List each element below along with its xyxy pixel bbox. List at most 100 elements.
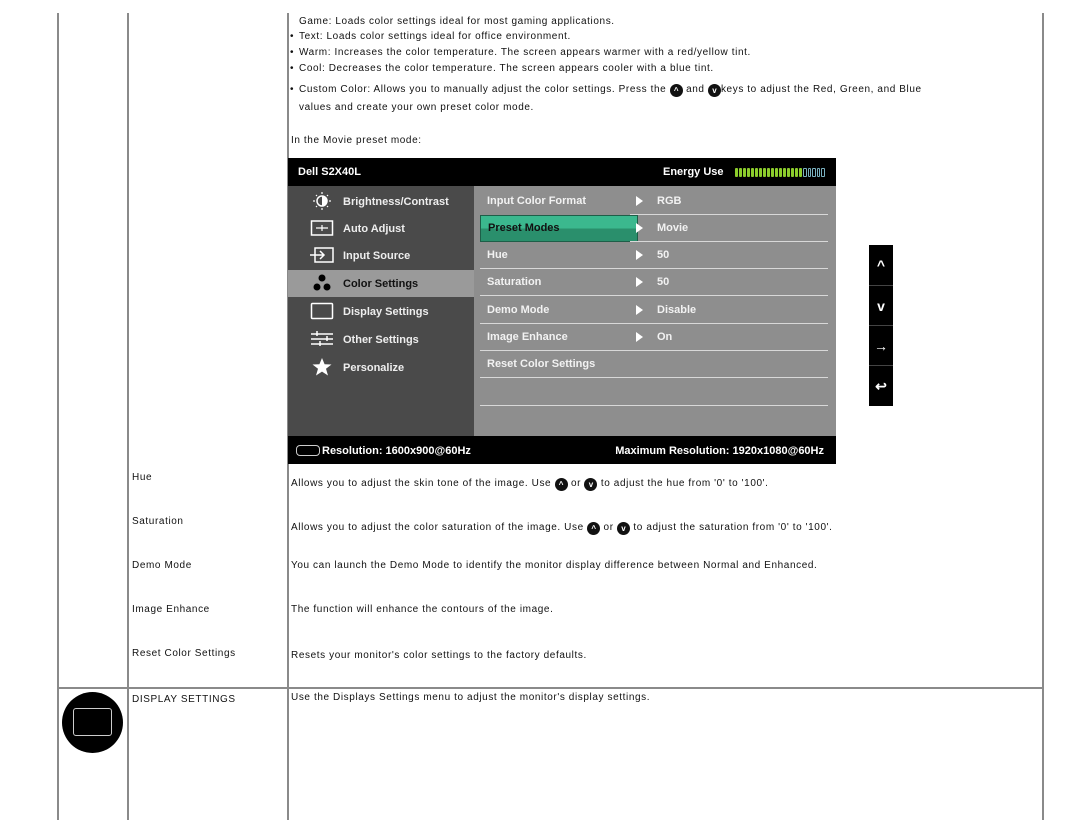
or-text: or <box>571 478 582 489</box>
up-arrow-icon: ^ <box>876 257 886 273</box>
submenu-row-demo-mode: Demo Mode Disable <box>480 297 828 324</box>
table-row-divider <box>57 687 1044 689</box>
term-custom: Custom Color <box>299 84 368 95</box>
row-name-image-enhance: Image Enhance <box>132 604 210 615</box>
row-desc-reset-color-settings: Resets your monitor's color settings to … <box>291 650 587 661</box>
desc-warm: : Increases the color temperature. The s… <box>327 47 751 58</box>
energy-segment-lit <box>775 168 778 177</box>
current-resolution: Resolution: 1600x900@60Hz <box>322 445 471 457</box>
triangle-right-icon <box>636 332 643 342</box>
menu-item-input-source: Input Source <box>288 242 474 269</box>
submenu-row-hue: Hue 50 <box>480 242 828 269</box>
menu-label: Auto Adjust <box>343 223 405 235</box>
osd-footer: Resolution: 1600x900@60Hz Maximum Resolu… <box>288 436 836 464</box>
preset-custom: Custom Color: Allows you to manually adj… <box>299 84 922 97</box>
divider <box>480 405 828 406</box>
submenu-row-image-enhance: Image Enhance On <box>480 324 828 351</box>
row-name-display-settings: DISPLAY SETTINGS <box>132 694 236 705</box>
submenu-value: 50 <box>657 276 670 288</box>
enter-arrow-icon: → <box>869 325 893 366</box>
row-desc-saturation: Allows you to adjust the color saturatio… <box>291 522 833 535</box>
row-desc-hue: Allows you to adjust the skin tone of th… <box>291 478 769 491</box>
or-text: or <box>603 522 614 533</box>
triangle-right-icon <box>636 277 643 287</box>
row-name-hue: Hue <box>132 472 153 483</box>
submenu-label: Demo Mode <box>487 304 550 316</box>
down-arrow-icon: v <box>869 285 893 326</box>
submenu-row-empty <box>480 379 828 406</box>
energy-segment-lit <box>783 168 786 177</box>
osd-header: Dell S2X40L Energy Use <box>288 158 836 186</box>
submenu-value: Disable <box>657 304 697 316</box>
submenu-label: Preset Modes <box>488 222 560 234</box>
energy-segment-unlit <box>803 168 807 177</box>
submenu-value: Movie <box>657 222 689 234</box>
row-desc-image-enhance: The function will enhance the contours o… <box>291 604 554 615</box>
osd-title: Dell S2X40L <box>298 166 361 178</box>
brightness-icon <box>313 192 331 210</box>
auto-adjust-icon <box>310 220 334 236</box>
submenu-row-reset-color-settings: Reset Color Settings <box>480 351 828 378</box>
submenu-value: 50 <box>657 249 670 261</box>
other-settings-icon <box>311 331 333 346</box>
table-border-left <box>57 13 59 820</box>
menu-label: Other Settings <box>343 334 419 346</box>
front-panel-buttons: ^ v → ↩ <box>869 245 893 406</box>
energy-segment-lit <box>799 168 802 177</box>
energy-segment-lit <box>791 168 794 177</box>
menu-label: Display Settings <box>343 306 429 318</box>
energy-segment-lit <box>755 168 758 177</box>
desc-text: : Loads color settings ideal for office … <box>319 31 571 42</box>
menu-label: Color Settings <box>343 278 419 290</box>
submenu-label: Saturation <box>487 276 542 288</box>
energy-segment-lit <box>751 168 754 177</box>
selected-highlight: Preset Modes <box>480 215 638 242</box>
submenu-value: On <box>657 331 673 343</box>
submenu-label: Hue <box>487 249 508 261</box>
table-border-right <box>1042 13 1044 820</box>
desc-part: Allows you to adjust the color saturatio… <box>291 522 584 533</box>
energy-meter <box>735 168 825 177</box>
menu-label: Personalize <box>343 362 405 374</box>
triangle-right-icon <box>636 196 643 206</box>
menu-item-auto-adjust: Auto Adjust <box>288 215 474 242</box>
energy-segment-unlit <box>807 168 811 177</box>
term-text: Text <box>299 31 320 42</box>
display-settings-icon <box>62 692 123 753</box>
preset-game: Game: Loads color settings ideal for mos… <box>299 16 615 27</box>
submenu-label: Image Enhance <box>487 331 568 343</box>
color-settings-icon <box>313 274 331 291</box>
term-warm: Warm <box>299 47 328 58</box>
input-source-icon <box>310 247 334 263</box>
osd-main-menu: Brightness/Contrast Auto Adjust Input So… <box>288 186 474 436</box>
screen-outline <box>73 708 112 736</box>
up-button-icon: ^ <box>554 478 568 491</box>
preset-warm: Warm: Increases the color temperature. T… <box>299 47 751 58</box>
energy-segment-lit <box>759 168 762 177</box>
and-text: and <box>686 84 705 95</box>
submenu-row-preset-modes: Preset Modes Movie <box>480 215 828 242</box>
menu-label: Input Source <box>343 250 411 262</box>
menu-item-other-settings: Other Settings <box>288 326 474 353</box>
submenu-label: Reset Color Settings <box>487 358 596 370</box>
osd-submenu: Input Color Format RGB Preset Modes Movi… <box>474 186 836 436</box>
vga-connector-icon <box>296 445 320 456</box>
preset-text: Text: Loads color settings ideal for off… <box>299 31 571 42</box>
triangle-right-icon <box>636 305 643 315</box>
down-button-icon: v <box>707 84 721 97</box>
desc-custom-a: : Allows you to manually adjust the colo… <box>367 84 667 95</box>
bullet-dot: • <box>290 84 295 95</box>
energy-segment-unlit <box>816 168 820 177</box>
energy-segment-lit <box>767 168 770 177</box>
desc-custom-b: keys to adjust the Red, Green, and Blue <box>720 84 922 95</box>
max-resolution: Maximum Resolution: 1920x1080@60Hz <box>615 445 824 457</box>
desc-game: : Loads color settings ideal for most ga… <box>328 16 615 27</box>
menu-item-personalize: Personalize <box>288 354 474 381</box>
triangle-right-icon <box>636 250 643 260</box>
menu-item-display-settings: Display Settings <box>288 298 474 325</box>
display-settings-icon <box>310 302 334 320</box>
energy-segment-lit <box>747 168 750 177</box>
row-desc-demo-mode: You can launch the Demo Mode to identify… <box>291 560 818 571</box>
row-desc-display-settings: Use the Displays Settings menu to adjust… <box>291 692 651 703</box>
energy-segment-lit <box>787 168 790 177</box>
